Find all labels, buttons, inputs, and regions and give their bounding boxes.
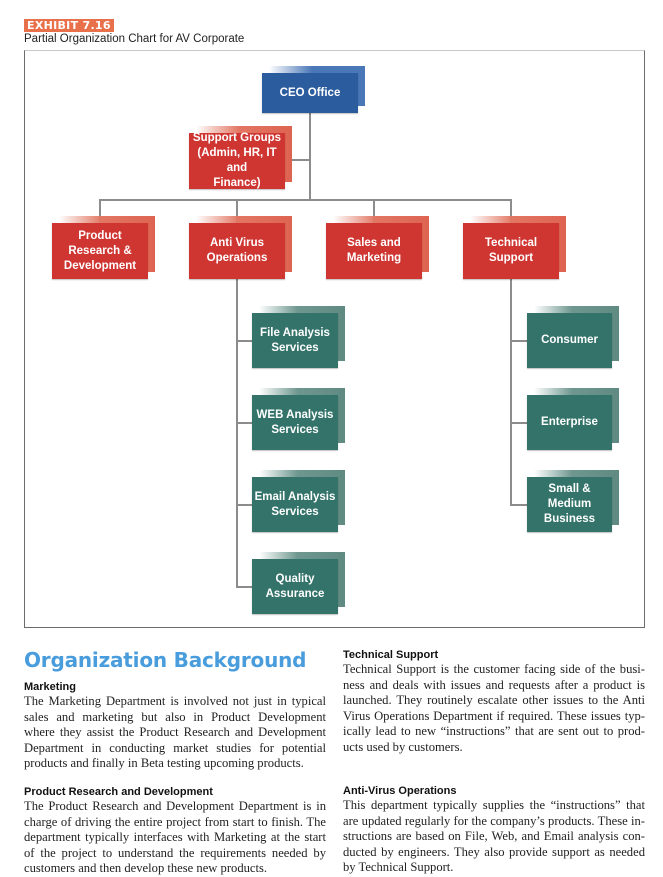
node-ceo-office: CEO Office: [262, 66, 365, 113]
connector-tech-trunk: [510, 279, 512, 505]
node-technical-support: Technical Support: [463, 216, 566, 279]
node-anti-virus-operations: Anti Virus Operations: [189, 216, 292, 279]
node-label: Product Research & Development: [63, 229, 137, 272]
connector-avo-team-2: [236, 422, 252, 424]
paragraph-anti-virus-operations: This department typically supplies the “…: [343, 798, 645, 874]
paragraph-technical-support: Technical Support is the customer facing…: [343, 662, 645, 754]
node-label: Quality Assurance: [265, 572, 325, 600]
connector-avo-team-3: [236, 504, 252, 506]
node-label: Consumer: [541, 334, 598, 346]
connector-ceo-trunk: [309, 113, 311, 200]
connector-tech-team-3: [510, 504, 527, 506]
heading-product-research: Product Research and Development: [24, 786, 213, 798]
exhibit-title: Partial Organization Chart for AV Corpor…: [24, 33, 245, 45]
heading-marketing: Marketing: [24, 681, 76, 693]
node-file-analysis-services: File Analysis Services: [252, 306, 345, 368]
node-small-medium-business: Small & Medium Business: [527, 470, 619, 532]
heading-anti-virus-operations: Anti-Virus Operations: [343, 785, 457, 797]
heading-technical-support: Technical Support: [343, 649, 439, 661]
connector-avo-team-4: [236, 586, 252, 588]
node-label: Anti Virus Operations: [206, 237, 268, 264]
node-label: Enterprise: [541, 416, 598, 428]
node-sales-and-marketing: Sales and Marketing: [326, 216, 429, 279]
exhibit-label: EXHIBIT 7.16: [24, 19, 114, 32]
node-email-analysis-services: Email Analysis Services: [252, 470, 345, 532]
node-product-research-development: Product Research & Development: [52, 216, 155, 279]
node-label: CEO Office: [279, 86, 341, 99]
node-label: Support Groups (Admin, HR, IT and Financ…: [192, 132, 282, 189]
paragraph-marketing: The Marketing Department is involved not…: [24, 694, 326, 770]
node-quality-assurance: Quality Assurance: [252, 552, 345, 614]
node-consumer: Consumer: [527, 306, 619, 368]
section-title: Organization Background: [24, 648, 307, 672]
node-label: Technical Support: [484, 237, 538, 264]
node-label: Email Analysis Services: [254, 490, 336, 518]
node-label: File Analysis Services: [260, 326, 330, 354]
node-label: Sales and Marketing: [346, 237, 402, 264]
connector-avo-team-1: [236, 340, 252, 342]
node-web-analysis-services: WEB Analysis Services: [252, 388, 345, 450]
connector-department-bus: [99, 199, 511, 201]
connector-tech-team-1: [510, 340, 527, 342]
connector-tech-team-2: [510, 422, 527, 424]
node-label: WEB Analysis Services: [256, 408, 334, 436]
node-enterprise: Enterprise: [527, 388, 619, 450]
paragraph-product-research: The Product Research and Development Dep…: [24, 799, 326, 875]
node-label: Small & Medium Business: [543, 483, 596, 525]
connector-avo-trunk: [236, 279, 238, 587]
node-support-groups: Support Groups (Admin, HR, IT and Financ…: [189, 126, 292, 189]
